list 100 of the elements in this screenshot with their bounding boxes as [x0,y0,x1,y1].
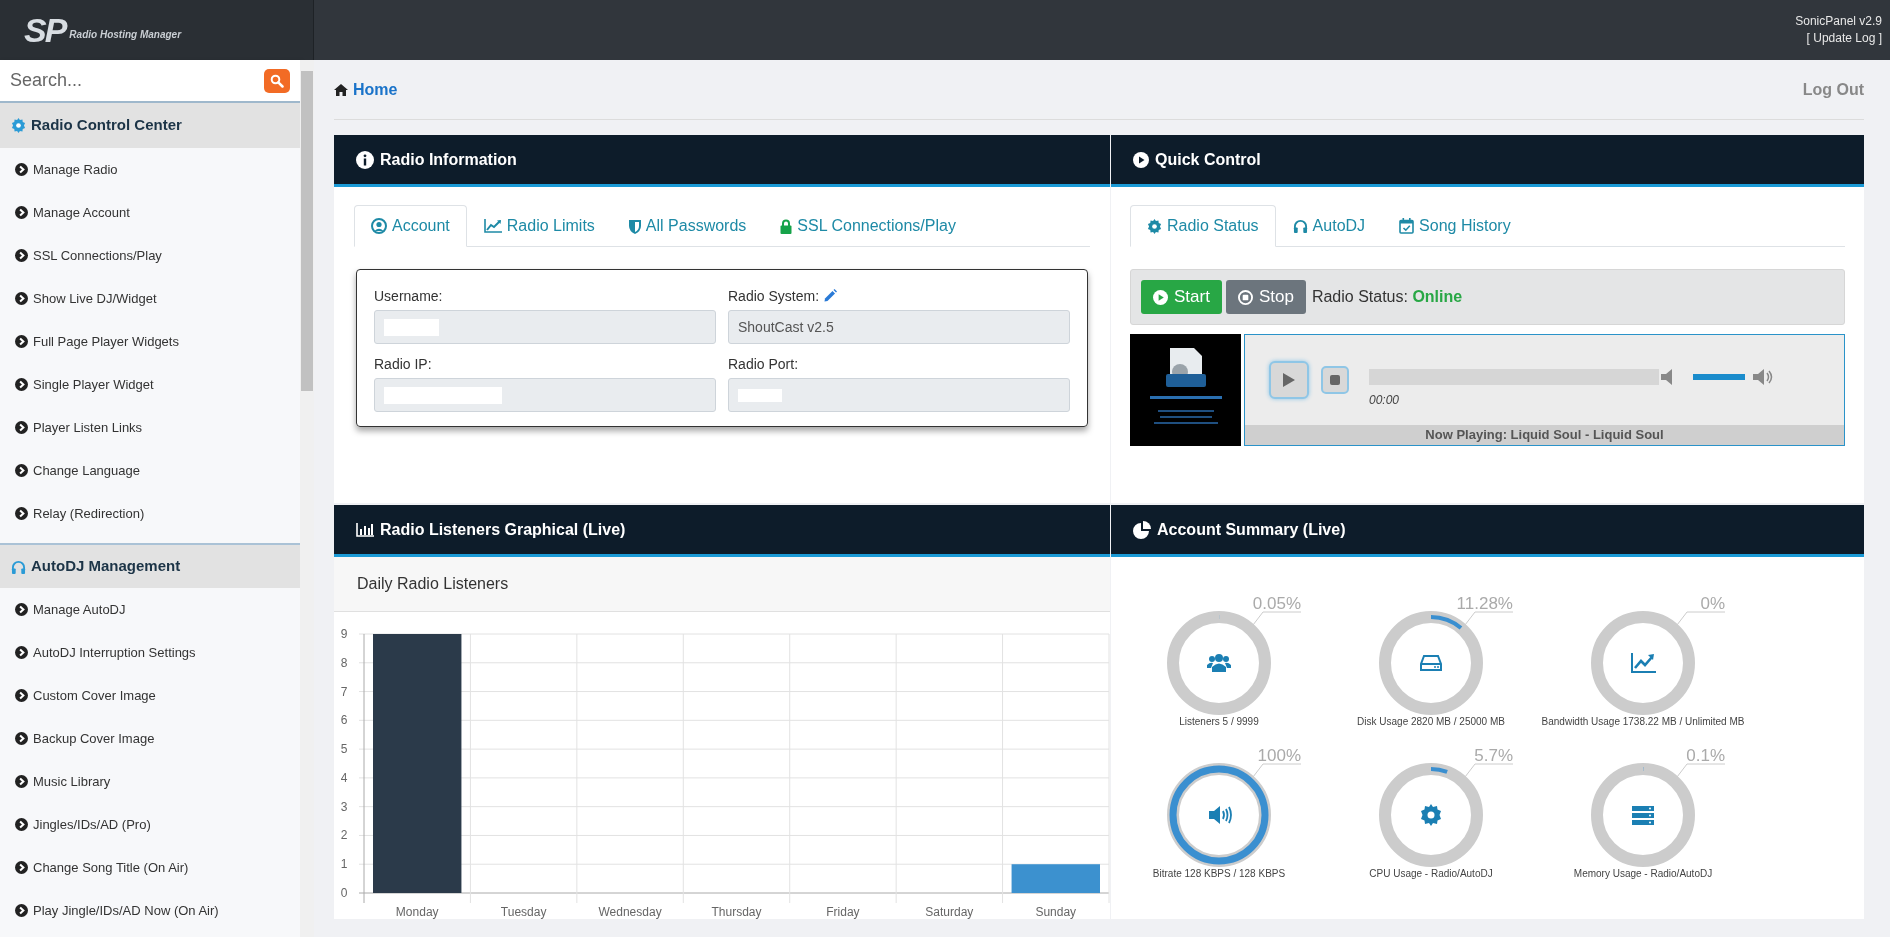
chevron-right-icon [15,507,28,520]
headphones-icon [11,559,26,574]
input-field[interactable] [728,378,1070,412]
tab[interactable]: Account [354,205,467,247]
chevron-right-icon [15,775,28,788]
leader-line [1252,763,1302,778]
x-tick-label: Sunday [1035,905,1077,919]
sidebar-item[interactable]: Full Page Player Widgets [0,320,300,363]
sidebar-item[interactable]: Manage Account [0,191,300,234]
gear-icon [1147,218,1162,234]
search-icon [270,74,284,88]
stop-player-button[interactable] [1321,366,1349,394]
y-tick-label: 5 [340,742,348,757]
sidebar-item[interactable]: Show Live DJ/Widget [0,277,300,320]
headphones-icon [1292,219,1308,233]
x-tick-label: Tuesday [500,905,547,919]
sidebar-item[interactable]: Music Library [0,760,300,803]
sidebar-item[interactable]: Backup Cover Image [0,717,300,760]
time-label: 00:00 [1369,392,1400,409]
scrollbar[interactable] [300,60,314,937]
leader-line [1464,611,1514,626]
sidebar-item[interactable]: Manage AutoDJ [0,588,300,631]
panel-header: Radio Listeners Graphical (Live) [334,505,1110,557]
y-tick-label: 1 [340,857,348,872]
sidebar-item[interactable]: Manage Radio [0,148,300,191]
play-button[interactable] [1269,361,1309,399]
field-label: Radio System: [728,286,820,306]
volume-slider[interactable] [1693,374,1745,380]
radio-status-text: Radio Status: Online [1311,287,1463,307]
volume-icon[interactable] [1753,369,1773,385]
calendar-check-icon [1399,218,1415,234]
y-tick-label: 2 [340,828,348,843]
y-tick-label: 3 [340,799,348,814]
tab[interactable]: AutoDJ [1275,205,1383,247]
gauge-percent: 11.28% [1456,593,1513,615]
leader-line [1676,611,1726,626]
lock-icon [780,218,793,234]
bar-chart-icon [356,522,374,537]
sidebar-item[interactable]: Change Song Title (On Air) [0,846,300,889]
scrollbar-thumb[interactable] [301,71,313,391]
tab[interactable]: SSL Connections/Play [763,205,973,247]
input-field[interactable] [374,378,716,412]
leader-line [1676,763,1726,778]
chevron-right-icon [15,603,28,616]
chevron-right-icon [15,818,28,831]
sidebar-item[interactable]: Play Jingle/IDs/AD Now (On Air) [0,889,300,932]
input-field[interactable] [374,310,716,344]
gear-icon [11,118,26,133]
chevron-right-icon [15,464,28,477]
y-tick-label: 0 [340,886,348,900]
stop-icon [1330,375,1340,385]
x-tick-label: Thursday [711,905,762,919]
stop-button[interactable]: Stop [1225,280,1306,314]
input-field[interactable]: ShoutCast v2.5 [728,310,1070,344]
home-icon [334,83,348,96]
mute-icon[interactable] [1661,369,1675,385]
sidebar-item[interactable]: Jingles/IDs/AD (Pro) [0,803,300,846]
leader-line [1464,763,1514,778]
chevron-right-icon [15,861,28,874]
gauge-caption: Bitrate 128 KBPS / 128 KBPS [1152,867,1286,881]
search-button[interactable] [264,69,290,93]
gauge-caption: Disk Usage 2820 MB / 25000 MB [1357,715,1505,729]
play-circle-icon [1153,289,1168,305]
home-link[interactable]: Home [353,77,398,102]
x-tick-label: Friday [826,905,860,919]
now-playing-bar: Now Playing: Liquid Soul - Liquid Soul [1245,425,1844,445]
chevron-right-icon [15,732,28,745]
logo-mark: SP [24,13,66,47]
tab[interactable]: All Passwords [611,205,764,247]
sidebar-item[interactable]: AutoDJ Interruption Settings [0,631,300,674]
pie-chart-icon [1133,520,1151,539]
gear-icon [1421,804,1441,826]
sidebar-item[interactable]: SSL Connections/Play [0,234,300,277]
tab[interactable]: Song History [1382,205,1528,247]
line-chart-icon [1631,652,1657,673]
sidebar-item[interactable]: Relay (Redirection) [0,492,300,535]
gauge-percent: 5.7% [1474,745,1513,767]
info-icon [356,150,374,169]
sidebar-item[interactable]: Custom Cover Image [0,674,300,717]
x-tick-label: Monday [395,905,439,919]
chevron-right-icon [15,163,28,176]
field-label: Username: [374,286,443,306]
update-log-link[interactable]: [ Update Log ] [1806,30,1882,47]
sidebar-item[interactable]: Single Player Widget [0,363,300,406]
tab[interactable]: Radio Status [1130,205,1276,247]
users-icon [1207,654,1231,672]
y-tick-label: 9 [340,627,348,641]
sidebar-item[interactable]: Player Listen Links [0,406,300,449]
sidebar-item[interactable]: Change Language [0,449,300,492]
gauge-caption: CPU Usage - Radio/AutoDJ [1369,867,1493,881]
panel-header: Quick Control [1111,135,1864,187]
tab[interactable]: Radio Limits [466,205,612,247]
sidebar-section-header[interactable]: AutoDJ Management [0,543,300,588]
hard-drive-icon [1420,655,1442,671]
shield-icon [628,218,641,234]
gauge-percent: 100% [1257,745,1301,767]
search-field[interactable]: Search... [0,60,300,103]
gauge-percent: 0.1% [1686,745,1725,767]
sidebar-section-header[interactable]: Radio Control Center [0,103,300,148]
chart-title: Daily Radio Listeners [357,574,509,594]
